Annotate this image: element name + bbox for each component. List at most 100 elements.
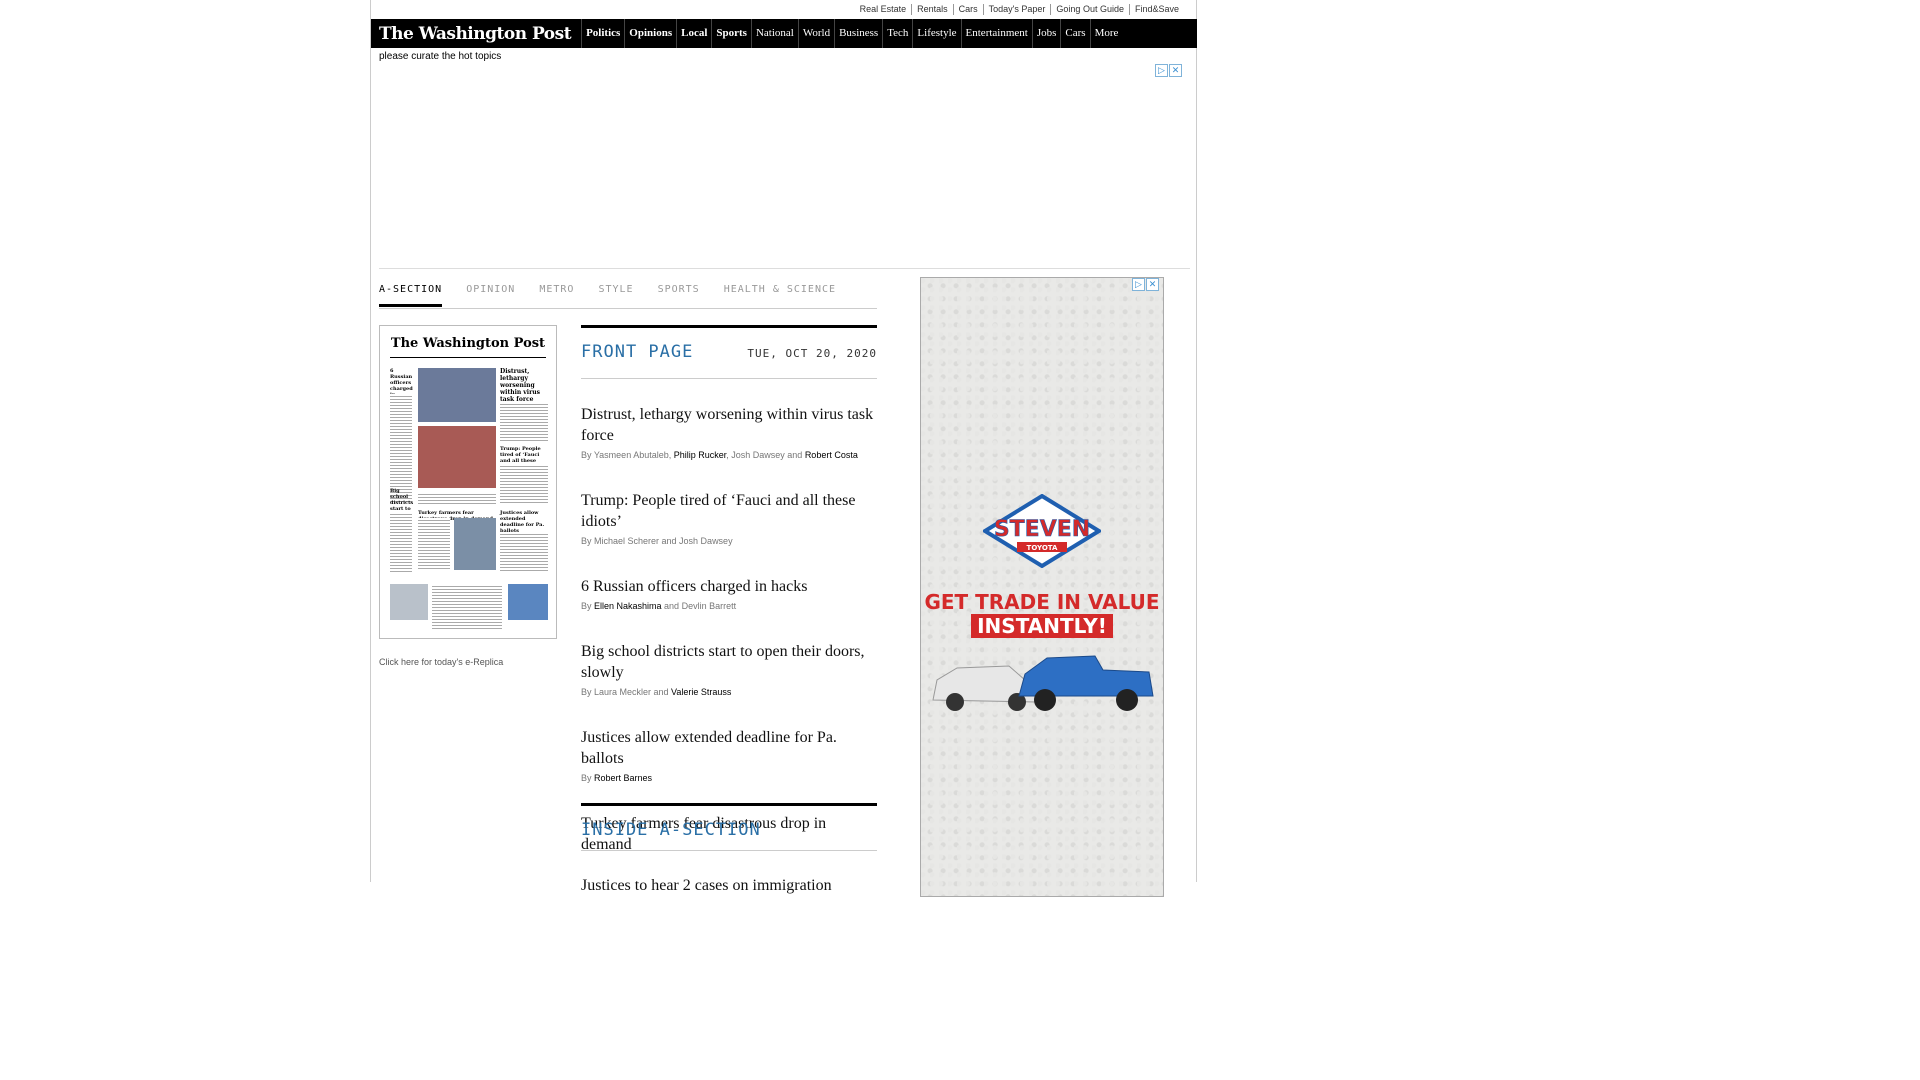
utility-link[interactable]: Going Out Guide [1050,4,1129,15]
ad-line-1: GET TRADE IN VALUE [924,590,1160,614]
adchoices-icon[interactable]: ▷ [1132,278,1145,291]
inside-title: INSIDE A-SECTION [581,820,877,851]
thumbnail-text [418,492,496,506]
story-list: Distrust, lethargy worsening within viru… [581,404,877,855]
story-headline[interactable]: Justices allow extended deadline for Pa.… [581,727,877,769]
story-byline: By Michael Scherer and Josh Dawsey [581,536,877,546]
nav-item-opinions[interactable]: Opinions [624,19,676,48]
nav-item-politics[interactable]: Politics [581,19,624,48]
utility-link[interactable]: Real Estate [855,4,912,15]
story-byline: By Robert Barnes [581,773,877,783]
thumbnail-headline: Distrust, lethargy worsening within viru… [500,368,540,403]
page-container: Real Estate Rentals Cars Today's Paper Going… [370,0,1197,897]
story-byline: By Laura Meckler and Valerie Strauss [581,687,877,697]
thumbnail-photo [390,584,428,620]
ad-vehicles-image [932,655,1154,711]
byline-text: and Devlin Barrett [661,601,737,611]
thumbnail-photo [454,518,496,570]
story-item: 6 Russian officers charged in hacks By El… [581,576,877,611]
thumbnail-text [500,532,548,572]
thumbnail-photo [418,426,496,488]
section-rule [581,325,877,328]
nav-item-tech[interactable]: Tech [882,19,912,48]
tab-health-science[interactable]: HEALTH & SCIENCE [724,282,836,307]
utility-link[interactable]: Cars [952,4,983,15]
thumbnail-photo [418,368,496,422]
nav-item-national[interactable]: National [750,19,798,48]
inside-section: INSIDE A-SECTION Justices to hear 2 case… [581,803,877,895]
nav-item-entertainment[interactable]: Entertainment [960,19,1032,48]
nav-item-lifestyle[interactable]: Lifestyle [912,19,960,48]
nav-item-sports[interactable]: Sports [711,19,751,48]
byline-text: By [581,773,595,783]
adchoices-icon[interactable]: ▷ [1155,64,1168,77]
story-byline: By Yasmeen Abutaleb, Philip Rucker, Josh… [581,450,877,460]
byline-text: By Michael Scherer and Josh Dawsey [581,536,733,546]
nav-item-world[interactable]: World [797,19,834,48]
byline-text: By [581,601,595,611]
nav-item-cars[interactable]: Cars [1060,19,1089,48]
front-page-section: FRONT PAGE TUE, OCT 20, 2020 Distrust, l… [581,325,877,855]
author-link[interactable]: Robert Barnes [594,773,652,783]
ad-line-2-wrap: INSTANTLY! [921,614,1163,638]
close-ad-icon[interactable]: ✕ [1169,64,1182,77]
utility-link[interactable]: Today's Paper [982,4,1051,15]
tab-a-section[interactable]: A-SECTION [379,282,443,307]
front-page-date: TUE, OCT 20, 2020 [747,347,877,360]
author-link[interactable]: Valerie Strauss [671,687,731,697]
byline-text: , Josh Dawsey and [726,450,805,460]
thumbnail-photo [508,584,548,620]
thumbnail-text [500,464,548,504]
main-nav: The Washington Post Politics Opinions Loca… [371,19,1197,48]
author-link[interactable]: Philip Rucker [674,450,727,460]
story-item: Trump: People tired of ‘Fauci and all th… [581,490,877,546]
story-headline[interactable]: Big school districts start to open their… [581,641,877,683]
thumbnail-text [432,584,502,630]
thumbnail-headline: Justices allow extended deadline for Pa.… [500,510,545,534]
e-replica-link[interactable]: Click here for today's e-Replica [379,657,503,667]
story-item: Distrust, lethargy worsening within viru… [581,404,877,460]
story-byline: By Ellen Nakashima and Devlin Barrett [581,601,877,611]
utility-links: Real Estate Rentals Cars Today's Paper Going… [855,4,1184,15]
ad-sub-brand: TOYOTA [1027,544,1058,552]
section-rule [581,803,877,806]
steven-toyota-logo: STEVEN TOYOTA [983,494,1101,568]
byline-text: By Laura Meckler and [581,687,672,697]
inside-headline[interactable]: Justices to hear 2 cases on immigration [581,877,877,895]
section-tabs: A-SECTION OPINION METRO STYLE SPORTS HEALTH &… [379,282,877,309]
ad-controls: ▷ ✕ [1132,278,1159,291]
tab-metro[interactable]: METRO [539,282,574,307]
thumbnail-text [390,512,412,572]
front-page-thumbnail[interactable]: The Washington Post 6 Russian officers c… [379,325,557,639]
curate-text: please curate the hot topics [379,51,502,62]
story-headline[interactable]: 6 Russian officers charged in hacks [581,576,877,597]
tab-opinion[interactable]: OPINION [466,282,515,307]
logo[interactable]: The Washington Post [371,24,581,44]
story-item: Justices allow extended deadline for Pa.… [581,727,877,783]
side-advertisement[interactable]: ▷ ✕ STEVEN TOYOTA GET TRADE IN VALUE INS… [920,277,1164,897]
byline-text: By Yasmeen Abutaleb, [581,450,674,460]
ad-brand: STEVEN [994,517,1090,542]
divider [379,268,1190,269]
front-page-header: FRONT PAGE TUE, OCT 20, 2020 [581,342,877,379]
front-page-title: FRONT PAGE [581,342,694,362]
close-ad-icon[interactable]: ✕ [1146,278,1159,291]
story-headline[interactable]: Trump: People tired of ‘Fauci and all th… [581,490,877,532]
tab-style[interactable]: STYLE [598,282,633,307]
utility-link[interactable]: Rentals [911,4,953,15]
utility-link[interactable]: Find&Save [1128,4,1184,15]
nav-item-business[interactable]: Business [834,19,882,48]
author-link[interactable]: Robert Costa [805,450,858,460]
story-item: Big school districts start to open their… [581,641,877,697]
nav-item-jobs[interactable]: Jobs [1031,19,1061,48]
thumbnail-text [500,402,548,442]
tab-sports[interactable]: SPORTS [658,282,700,307]
thumbnail-masthead: The Washington Post [390,336,546,358]
ad-line-2: INSTANTLY! [971,614,1113,638]
story-headline[interactable]: Distrust, lethargy worsening within viru… [581,404,877,446]
author-link[interactable]: Ellen Nakashima [594,601,662,611]
nav-item-local[interactable]: Local [676,19,711,48]
ad-controls: ▷ ✕ [1155,64,1182,77]
thumbnail-text [418,518,450,570]
nav-item-more[interactable]: More [1089,19,1123,48]
